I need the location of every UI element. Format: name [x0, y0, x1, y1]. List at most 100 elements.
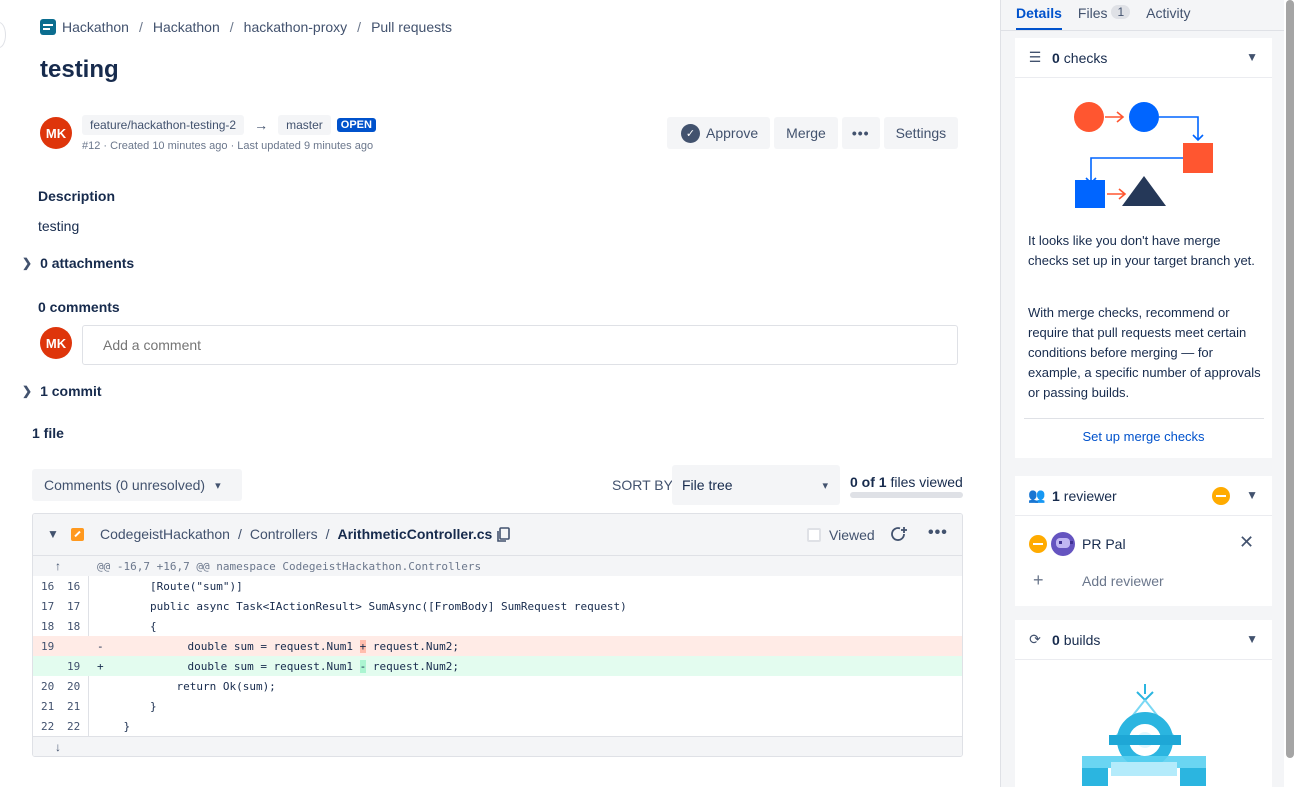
builds-header[interactable]: ⟳ 0 builds ▼: [1015, 620, 1272, 660]
line-number-old: 16: [41, 580, 55, 593]
target-branch[interactable]: master: [278, 115, 331, 135]
code-text: request.Num2;: [366, 640, 460, 653]
line-number-new: 21: [67, 700, 81, 713]
line-number-new: 19: [67, 660, 81, 673]
checks-panel: ☰ 0 checks ▼ It looks like you don't hav…: [1015, 38, 1272, 458]
line-number-old: 21: [41, 700, 55, 713]
expand-down-icon[interactable]: ↓: [55, 740, 61, 754]
tab-label: Activity: [1146, 5, 1191, 21]
breadcrumb-project[interactable]: Hackathon: [153, 19, 220, 35]
comments-filter-dropdown[interactable]: Comments (0 unresolved) ▾: [32, 469, 242, 501]
reviewers-label: reviewer: [1063, 487, 1117, 504]
file-path[interactable]: CodegeistHackathon / Controllers / Arith…: [100, 526, 492, 542]
chevron-down-icon: ▼: [1246, 50, 1258, 64]
code-line: 17 17 public async Task<IActionResult> S…: [33, 596, 962, 616]
hunk-text: @@ -16,7 +16,7 @@ namespace CodegeistHac…: [97, 560, 482, 573]
line-number-new: 17: [67, 600, 81, 613]
code-text: {: [97, 620, 157, 633]
tab-label: Details: [1016, 5, 1062, 21]
expand-up-icon[interactable]: ↑: [55, 559, 61, 573]
attachments-toggle[interactable]: ❯ 0 attachments: [22, 255, 134, 271]
source-branch[interactable]: feature/hackathon-testing-2: [82, 115, 245, 135]
page-title: testing: [40, 56, 119, 83]
sort-by-label: SORT BY: [612, 477, 673, 493]
sort-select[interactable]: File tree ▾: [672, 465, 840, 505]
comment-input[interactable]: [82, 325, 958, 365]
current-user-avatar: MK: [40, 327, 72, 359]
reviewers-header[interactable]: 👥 1 reviewer ▼: [1015, 476, 1272, 516]
code-line: 16 16 [Route("sum")]: [33, 576, 962, 596]
tab-files[interactable]: Files 1: [1077, 0, 1131, 30]
copy-icon[interactable]: [496, 527, 510, 543]
diff-marker: -: [97, 640, 104, 653]
breadcrumb-repository[interactable]: hackathon-proxy: [244, 19, 348, 35]
merge-button[interactable]: Merge: [774, 117, 838, 149]
path-segment: Controllers: [249, 526, 318, 542]
line-number-old: 20: [41, 680, 55, 693]
path-segment: CodegeistHackathon: [100, 526, 230, 542]
tab-label: Files: [1077, 5, 1108, 21]
checks-empty-text: It looks like you don't have merge check…: [1028, 233, 1255, 268]
deleted-line: 19 - double sum = request.Num1 + request…: [33, 636, 962, 656]
reviewer-item: PR Pal: [1029, 532, 1126, 556]
refresh-icon: ⟳: [1029, 631, 1041, 647]
viewed-checkbox[interactable]: [807, 528, 821, 542]
code-text: public async Task<IActionResult> SumAsyn…: [97, 600, 627, 613]
add-reviewer-button[interactable]: Add reviewer: [1082, 573, 1164, 589]
diff-more-button[interactable]: •••: [928, 524, 948, 542]
setup-merge-checks-link[interactable]: Set up merge checks: [1015, 429, 1272, 444]
commits-toggle[interactable]: ❯ 1 commit: [22, 383, 102, 399]
chevron-down-icon: ▾: [822, 479, 828, 492]
settings-button[interactable]: Settings: [883, 117, 959, 149]
code-text: }: [97, 720, 131, 733]
builds-panel: ⟳ 0 builds ▼: [1015, 620, 1272, 787]
add-comment-icon[interactable]: [889, 525, 909, 545]
code-line: 22 22 }: [33, 716, 962, 736]
chevron-right-icon: ❯: [22, 256, 33, 270]
code-text: }: [97, 700, 157, 713]
builds-label: builds: [1063, 631, 1101, 648]
chevron-down-icon[interactable]: ▼: [47, 527, 59, 541]
viewed-label: Viewed: [829, 527, 875, 543]
builds-count: 0: [1052, 631, 1060, 648]
line-number-old: 22: [41, 720, 55, 733]
branch-info: feature/hackathon-testing-2 → master OPE…: [82, 115, 376, 135]
list-icon: ☰: [1028, 49, 1042, 65]
line-number-new: 16: [67, 580, 81, 593]
chevron-down-icon: ▼: [1246, 632, 1258, 646]
status-badge: OPEN: [336, 118, 376, 132]
checks-header[interactable]: ☰ 0 checks ▼: [1015, 38, 1272, 78]
checks-info-text: With merge checks, recommend or require …: [1028, 305, 1261, 400]
tab-activity[interactable]: Activity: [1146, 0, 1190, 30]
reviewer-name: PR Pal: [1082, 536, 1126, 552]
checks-count: 0: [1052, 49, 1060, 66]
tab-details[interactable]: Details: [1016, 0, 1062, 30]
diff-marker: +: [97, 660, 104, 673]
files-viewed-suffix: files viewed: [890, 474, 963, 490]
code-line: 18 18 {: [33, 616, 962, 636]
author-avatar[interactable]: MK: [40, 117, 72, 149]
code-line: 20 20 return Ok(sum);: [33, 676, 962, 696]
breadcrumb-separator: /: [357, 19, 362, 35]
scrollbar-thumb[interactable]: [1286, 0, 1294, 758]
pending-status-icon: [1212, 487, 1230, 505]
reviewer-avatar: [1051, 532, 1075, 556]
main-content: Hackathon / Hackathon / hackathon-proxy …: [0, 0, 1000, 787]
line-number-old: 19: [41, 640, 55, 653]
reviewers-panel: 👥 1 reviewer ▼ PR Pal ✕ + Add reviewer: [1015, 476, 1272, 606]
diff-body: ↑ @@ -16,7 +16,7 @@ namespace CodegeistH…: [33, 556, 962, 756]
remove-reviewer-icon[interactable]: ✕: [1239, 532, 1254, 553]
files-viewed-progress: [850, 492, 963, 498]
code-text: double sum = request.Num1: [108, 660, 360, 673]
builds-illustration: [1082, 684, 1206, 786]
pending-status-icon: [1029, 535, 1047, 553]
breadcrumb-separator: /: [138, 19, 143, 35]
plus-icon[interactable]: +: [1033, 570, 1044, 591]
code-line: 21 21 }: [33, 696, 962, 716]
breadcrumb-workspace[interactable]: Hackathon: [62, 19, 129, 35]
breadcrumb-pull-requests[interactable]: Pull requests: [371, 19, 452, 35]
diff-header: ▼ CodegeistHackathon / Controllers / Ari…: [33, 514, 962, 556]
approve-button[interactable]: ✓ Approve: [667, 117, 771, 149]
sort-value: File tree: [682, 477, 733, 493]
more-actions-button[interactable]: •••: [841, 117, 880, 149]
